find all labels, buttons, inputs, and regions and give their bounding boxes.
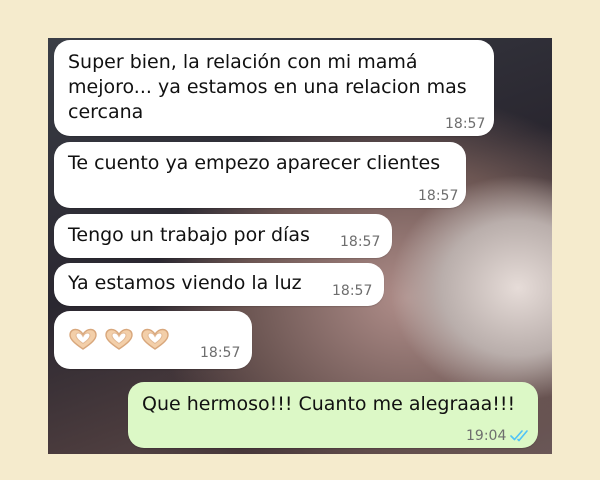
incoming-message-bubble[interactable]: Tengo un trabajo por días 18:57 [54,214,392,258]
chat-conversation: Super bien, la relación con mi mamá mejo… [48,38,552,454]
message-timestamp: 18:57 [340,234,381,250]
incoming-message-bubble[interactable]: Ya estamos viendo la luz 18:57 [54,263,384,306]
message-timestamp: 19:04 [466,428,507,444]
emoji-group [68,328,170,352]
outgoing-message-bubble[interactable]: Que hermoso!!! Cuanto me alegraaa!!! 19:… [128,382,538,448]
incoming-emoji-bubble[interactable]: 18:57 [54,311,252,369]
message-text: Ya estamos viendo la luz [68,272,302,294]
hand-heart-icon [105,328,133,350]
message-timestamp: 18:57 [445,116,486,132]
message-timestamp: 18:57 [200,345,241,361]
hand-heart-icon [141,328,169,350]
hand-heart-icon [69,328,97,350]
incoming-message-bubble[interactable]: Te cuento ya empezo aparecer clientes 18… [54,142,466,208]
message-text: Que hermoso!!! Cuanto me alegraaa!!! [142,393,516,415]
message-text: Super bien, la relación con mi mamá mejo… [68,51,467,123]
message-timestamp: 18:57 [418,188,459,204]
incoming-message-bubble[interactable]: Super bien, la relación con mi mamá mejo… [54,40,494,136]
message-timestamp: 18:57 [332,283,373,299]
message-text: Tengo un trabajo por días [68,224,310,246]
read-double-check-icon [510,430,528,442]
message-text: Te cuento ya empezo aparecer clientes [68,152,441,174]
